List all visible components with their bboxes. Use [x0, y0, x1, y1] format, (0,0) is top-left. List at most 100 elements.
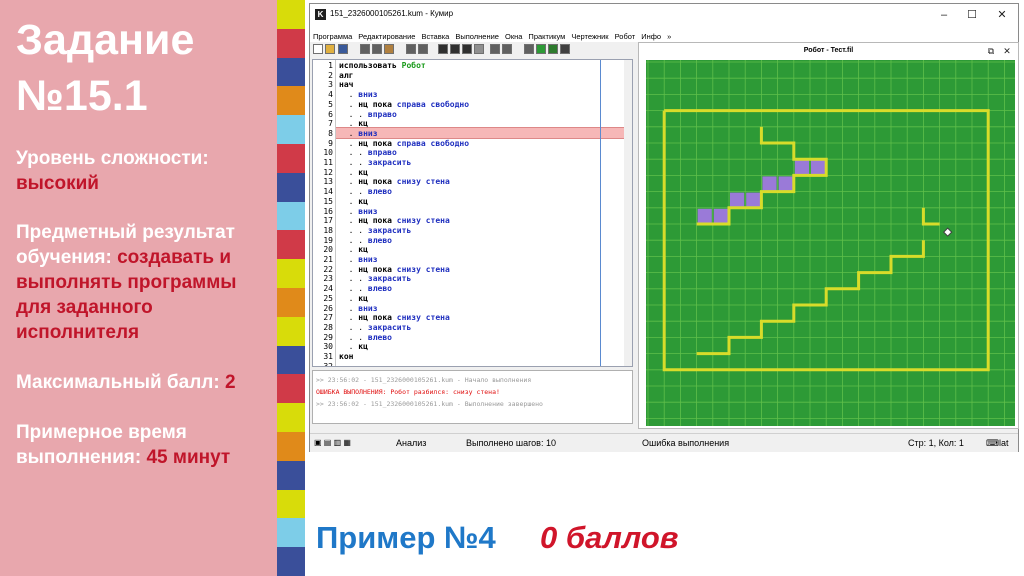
code-line: . нц пока снизу стена	[339, 177, 450, 186]
window-title: 151_2326000105261.kum - Кумир	[330, 9, 454, 18]
step-out-icon[interactable]	[502, 44, 512, 54]
code-line: . . влево	[339, 284, 392, 293]
paste-icon[interactable]	[384, 44, 394, 54]
step-icon[interactable]	[450, 44, 460, 54]
painted-cell	[794, 160, 809, 175]
draftsman-icon[interactable]	[548, 44, 558, 54]
result-value-1: создавать и	[117, 247, 232, 268]
stripe-segment	[277, 547, 305, 576]
line-number: 4	[328, 90, 333, 100]
code-token: . .	[339, 187, 368, 197]
stripe-segment	[277, 403, 305, 432]
code-line: . . вправо	[339, 148, 397, 157]
code-token: . .	[339, 284, 368, 294]
stripe-segment	[277, 345, 305, 375]
code-line: алг	[339, 71, 353, 80]
line-number: 5	[328, 99, 333, 109]
code-token: вниз	[358, 128, 378, 138]
code-token: влево	[367, 187, 392, 197]
line-number: 21	[323, 255, 333, 264]
code-line: . вниз	[339, 304, 378, 313]
line-number: 32	[323, 361, 333, 367]
open-folder-icon[interactable]	[325, 44, 335, 54]
cut-icon[interactable]	[360, 44, 370, 54]
save-icon[interactable]	[338, 44, 348, 54]
line-number: 3	[328, 80, 333, 90]
redo-icon[interactable]	[418, 44, 428, 54]
line-number: 16	[323, 206, 333, 216]
status-steps: Выполнено шагов: 10	[466, 438, 556, 448]
code-line: . . вправо	[339, 110, 397, 119]
line-number: 7	[328, 119, 333, 129]
robot-field-icon[interactable]	[560, 44, 570, 54]
code-line: . вниз	[339, 129, 378, 138]
step-into-icon[interactable]	[462, 44, 472, 54]
code-line: нач	[339, 80, 353, 89]
code-token: .	[339, 255, 359, 264]
line-number: 22	[323, 264, 333, 274]
line-number: 17	[323, 216, 333, 226]
code-line: . . закрасить	[339, 323, 412, 332]
code-line: . кц	[339, 168, 368, 177]
step-over-icon[interactable]	[490, 44, 500, 54]
code-token: .	[339, 90, 359, 100]
status-error: Ошибка выполнения	[642, 438, 730, 448]
code-token: .	[339, 138, 359, 148]
color-stripe	[277, 0, 305, 576]
code-line: . кц	[339, 197, 368, 206]
line-number: 15	[323, 196, 333, 206]
status-bar: ▣ ▤ ▥ ▦ Анализ Выполнено шагов: 10 Ошибк…	[310, 433, 1018, 452]
code-token: кц	[358, 196, 368, 206]
line-number: 30	[323, 342, 333, 352]
code-token: .	[339, 128, 359, 138]
code-token: закрасить	[367, 158, 412, 167]
line-number: 11	[323, 158, 333, 167]
robot-icon[interactable]	[536, 44, 546, 54]
code-token: кон	[339, 352, 354, 361]
code-token: .	[339, 167, 359, 177]
undo-icon[interactable]	[406, 44, 416, 54]
stripe-segment	[277, 489, 305, 519]
code-line: . нц пока справа свободно	[339, 100, 469, 109]
code-token: .	[339, 177, 359, 187]
code-line: кон	[339, 352, 353, 361]
variables-icon[interactable]	[524, 44, 534, 54]
new-file-icon[interactable]	[313, 44, 323, 54]
copy-icon[interactable]	[372, 44, 382, 54]
output-console: >> 23:56:02 - 151_2326000105261.kum - На…	[312, 370, 633, 424]
code-token: влево	[367, 284, 392, 294]
minimize-button[interactable]: –	[934, 7, 954, 23]
stop-icon[interactable]	[474, 44, 484, 54]
result-value-4: исполнителя	[16, 322, 140, 343]
painted-cell	[746, 192, 761, 207]
editor-margin-line	[600, 60, 601, 366]
code-token: нц пока	[358, 216, 397, 226]
code-line: . . закрасить	[339, 158, 412, 167]
editor-scrollbar[interactable]	[624, 60, 632, 366]
code-editor[interactable]: 1 2 3 4 5 6 7 8 9 10 11 12 13 14 15 16 17 18 19 20 21 22 23 24 2…	[312, 59, 633, 367]
panel-close-button[interactable]: ✕	[997, 43, 1017, 59]
code-token: . .	[339, 332, 368, 342]
max-score-block: Максимальный балл: 2	[16, 370, 271, 395]
line-number-gutter: 1 2 3 4 5 6 7 8 9 10 11 12 13 14 15 16 17 18 19 20 21 22 23 24 2…	[313, 60, 336, 366]
result-value-2: выполнять программы	[16, 272, 237, 293]
max-score-label: Максимальный балл:	[16, 372, 220, 393]
stripe-segment	[277, 518, 305, 548]
code-token: . .	[339, 225, 368, 235]
console-line: >> 23:56:02 - 151_2326000105261.kum - На…	[316, 376, 532, 384]
code-token: .	[339, 313, 359, 323]
stripe-segment	[277, 28, 305, 58]
maximize-button[interactable]: ☐	[962, 7, 982, 23]
code-token: .	[339, 206, 359, 216]
run-icon[interactable]	[438, 44, 448, 54]
code-line: . кц	[339, 245, 368, 254]
line-number: 19	[323, 235, 333, 245]
close-button[interactable]: ✕	[992, 7, 1012, 23]
code-line: . кц	[339, 119, 368, 128]
code-token: справа свободно	[396, 99, 470, 109]
code-token: .	[339, 245, 359, 255]
result-label-1: Предметный результат	[16, 222, 235, 243]
stripe-segment	[277, 259, 305, 288]
code-token: вправо	[367, 109, 397, 119]
time-label-1: Примерное время	[16, 422, 187, 443]
